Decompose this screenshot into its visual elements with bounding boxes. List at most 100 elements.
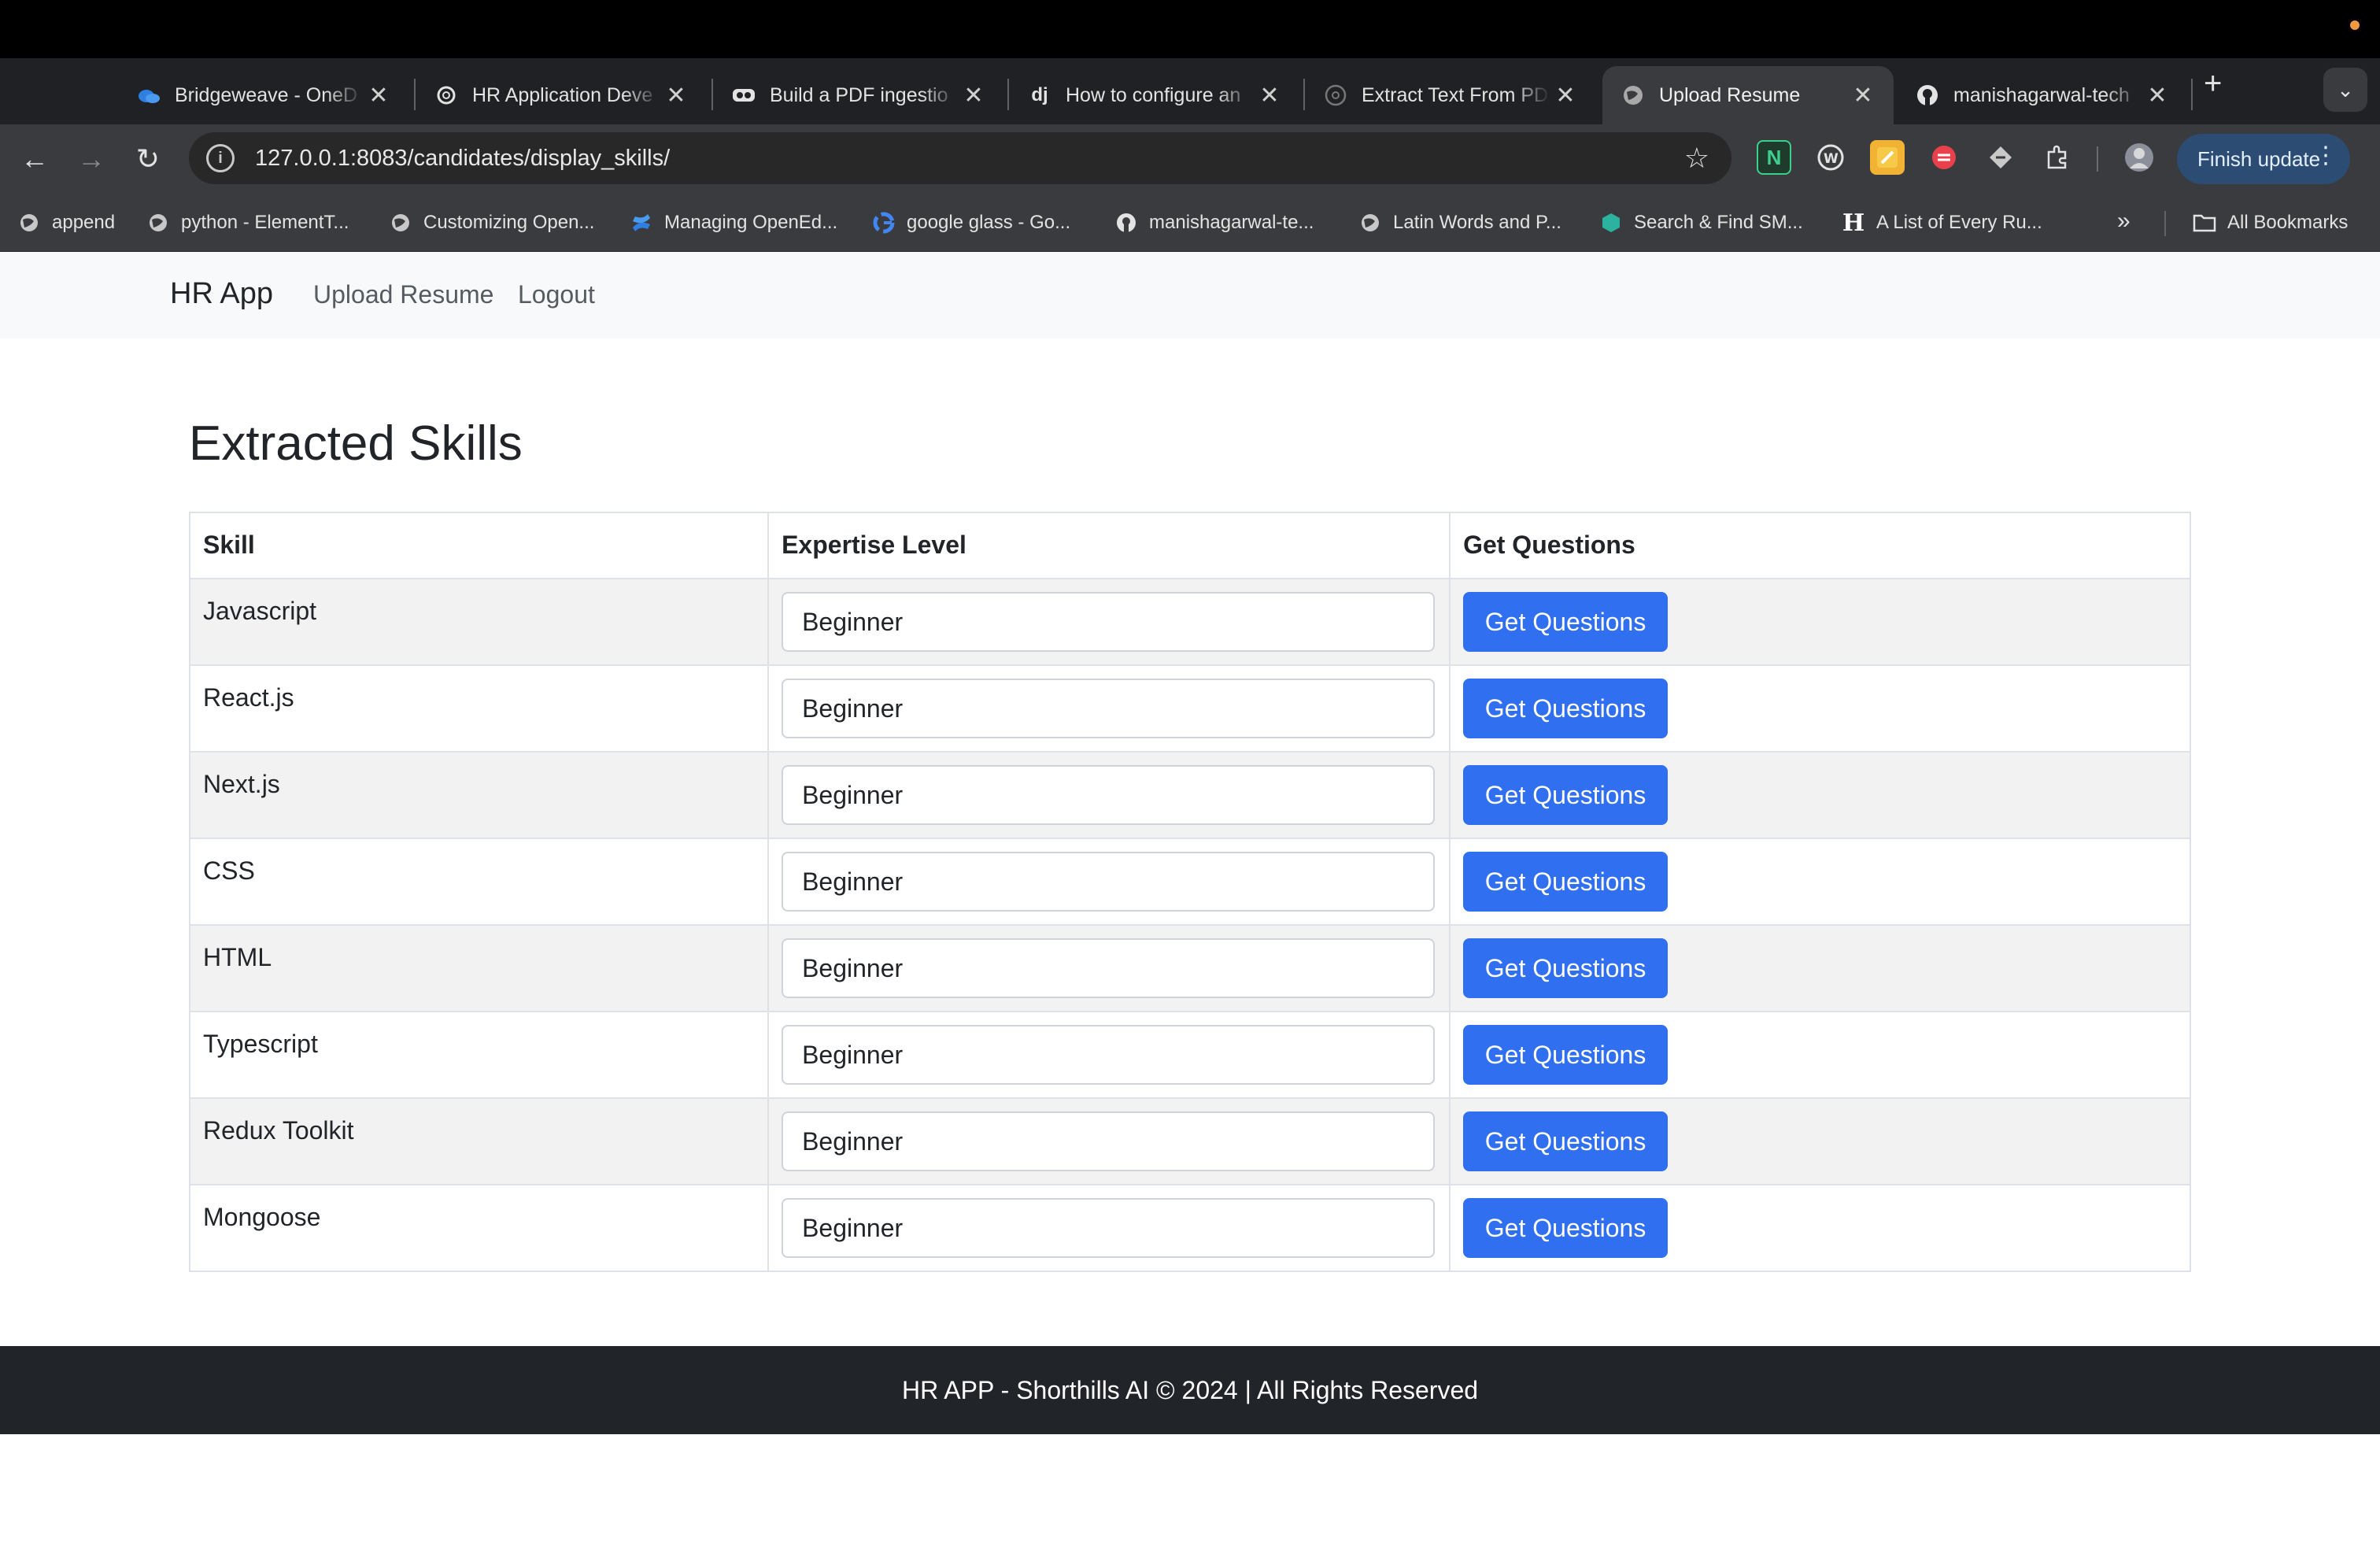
skill-name: CSS (188, 838, 770, 926)
action-cell: Get Questions (1449, 1011, 2191, 1099)
action-cell: Get Questions (1449, 838, 2191, 926)
bookmark-item[interactable]: Managing OpenEd... (630, 208, 837, 238)
bookmark-item[interactable]: google glass - Go... (872, 208, 1070, 238)
expertise-level-input[interactable]: Beginner (782, 592, 1436, 652)
table-header-row: Skill Expertise Level Get Questions (188, 512, 2191, 579)
action-cell: Get Questions (1449, 578, 2191, 666)
finish-update-button[interactable]: Finish update ⋮ (2177, 134, 2350, 184)
extension-red-icon[interactable] (1927, 140, 1961, 175)
tab-close-icon[interactable]: ✕ (1851, 82, 1875, 109)
expertise-level-input[interactable]: Beginner (782, 852, 1436, 912)
browser-tab[interactable]: Build a PDF ingestio ✕ (713, 66, 1004, 124)
tab-title: How to configure an (1066, 83, 1241, 106)
bookmarks-bar: append python - ElementT... Customizing … (0, 194, 2380, 252)
globe-icon (1358, 211, 1382, 235)
url-text[interactable]: 127.0.0.1:8083/candidates/display_skills… (255, 146, 670, 172)
navbar-brand[interactable]: HR App (170, 277, 273, 311)
nav-link-logout[interactable]: Logout (518, 280, 595, 309)
bookmark-item[interactable]: H A List of Every Ru... (1842, 208, 2042, 238)
skill-name: Redux Toolkit (188, 1097, 770, 1185)
profile-avatar-icon[interactable] (2122, 140, 2156, 175)
get-questions-button[interactable]: Get Questions (1463, 592, 1669, 652)
action-cell: Get Questions (1449, 664, 2191, 753)
expertise-level-input[interactable]: Beginner (782, 1198, 1436, 1258)
globe-icon (1324, 83, 1347, 107)
get-questions-button[interactable]: Get Questions (1463, 938, 1669, 998)
back-arrow-icon[interactable]: ← (11, 135, 58, 183)
site-info-icon[interactable]: i (206, 144, 235, 172)
tab-close-icon[interactable]: ✕ (1554, 82, 1577, 109)
bookmark-item[interactable]: Search & Find SM... (1599, 208, 1803, 238)
globe-icon (1621, 83, 1645, 107)
get-questions-button[interactable]: Get Questions (1463, 1111, 1669, 1171)
bookmark-label: append (52, 212, 116, 233)
skill-name: HTML (188, 924, 770, 1012)
skill-name: Mongoose (188, 1184, 770, 1272)
action-cell: Get Questions (1449, 1097, 2191, 1185)
new-tab-plus-icon[interactable]: + (2204, 68, 2222, 99)
toolbar-divider (2097, 146, 2098, 172)
expertise-level-input[interactable]: Beginner (782, 765, 1436, 825)
tab-search-chevron-down-icon[interactable]: ⌄ (2323, 68, 2367, 112)
extension-w-icon[interactable]: W (1813, 140, 1848, 175)
tab-close-icon[interactable]: ✕ (1258, 82, 1281, 109)
get-questions-button[interactable]: Get Questions (1463, 765, 1669, 825)
bookmark-item[interactable]: python - ElementT... (146, 208, 349, 238)
tab-close-icon[interactable]: ✕ (664, 82, 688, 109)
expertise-level-input[interactable]: Beginner (782, 679, 1436, 738)
bookmark-label: Customizing Open... (423, 212, 595, 233)
expertise-cell: Beginner (767, 924, 1451, 1012)
tab-close-icon[interactable]: ✕ (962, 82, 985, 109)
table-row: Typescript Beginner Get Questions (188, 1011, 2191, 1099)
globe-icon (389, 211, 412, 235)
get-questions-button[interactable]: Get Questions (1463, 679, 1669, 738)
forward-arrow-icon[interactable]: → (68, 135, 115, 183)
get-questions-button[interactable]: Get Questions (1463, 1025, 1669, 1085)
browser-tab[interactable]: Extract Text From PD ✕ (1305, 66, 1596, 124)
table-row: Next.js Beginner Get Questions (188, 751, 2191, 839)
browser-tab-active[interactable]: Upload Resume ✕ (1602, 66, 1894, 124)
tab-title: Bridgeweave - OneD (175, 83, 358, 106)
tab-close-icon[interactable]: ✕ (367, 82, 390, 109)
bookmark-star-icon[interactable]: ☆ (1684, 142, 1709, 175)
address-bar[interactable]: i 127.0.0.1:8083/candidates/display_skil… (189, 132, 1731, 184)
table-row: CSS Beginner Get Questions (188, 838, 2191, 926)
bookmark-item[interactable]: append (17, 208, 115, 238)
tab-close-icon[interactable]: ✕ (2145, 82, 2169, 109)
more-menu-icon[interactable]: ⋮ (2314, 142, 2338, 169)
django-icon: dj (1031, 84, 1048, 105)
bookmarks-divider (2164, 211, 2166, 236)
tab-title: Extract Text From PD (1362, 83, 1549, 106)
get-questions-button[interactable]: Get Questions (1463, 1198, 1669, 1258)
tab-title: manishagarwal-tech (1953, 83, 2130, 106)
column-header-get-questions: Get Questions (1449, 512, 2191, 579)
bookmark-item[interactable]: Customizing Open... (389, 208, 594, 238)
all-bookmarks-button[interactable]: All Bookmarks (2193, 208, 2348, 238)
bookmark-item[interactable]: Latin Words and P... (1358, 208, 1561, 238)
folder-icon (2193, 211, 2216, 235)
browser-tab[interactable]: Bridgeweave - OneD ✕ (118, 66, 409, 124)
extension-notes-icon[interactable] (1870, 140, 1905, 175)
extension-n-icon[interactable]: N (1757, 140, 1791, 175)
bookmark-label: google glass - Go... (907, 212, 1071, 233)
expertise-cell: Beginner (767, 578, 1451, 666)
tab-divider (2191, 79, 2193, 110)
expertise-cell: Beginner (767, 751, 1451, 839)
column-header-skill: Skill (188, 512, 770, 579)
extension-diamond-icon[interactable] (1983, 140, 2018, 175)
browser-tab[interactable]: manishagarwal-tech ✕ (1897, 66, 2188, 124)
browser-tab[interactable]: HR Application Deve ✕ (416, 66, 707, 124)
browser-tab[interactable]: dj How to configure an ✕ (1009, 66, 1300, 124)
reload-icon[interactable]: ↻ (124, 135, 172, 183)
bookmark-item[interactable]: manishagarwal-te... (1114, 208, 1314, 238)
action-cell: Get Questions (1449, 1184, 2191, 1272)
extensions-puzzle-icon[interactable] (2040, 140, 2075, 175)
expertise-level-input[interactable]: Beginner (782, 1025, 1436, 1085)
table-row: Mongoose Beginner Get Questions (188, 1184, 2191, 1272)
bookmark-label: Latin Words and P... (1393, 212, 1561, 233)
expertise-level-input[interactable]: Beginner (782, 1111, 1436, 1171)
nav-link-upload-resume[interactable]: Upload Resume (313, 280, 493, 309)
more-bookmarks-chevron-icon[interactable]: » (2117, 208, 2131, 235)
get-questions-button[interactable]: Get Questions (1463, 852, 1669, 912)
expertise-level-input[interactable]: Beginner (782, 938, 1436, 998)
